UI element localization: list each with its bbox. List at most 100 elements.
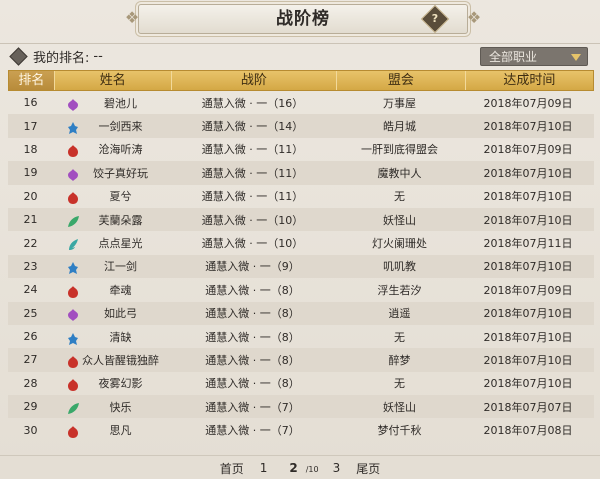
purple-lotus-icon [66,308,80,322]
tier-cell: 通慧入微 · 一（11） [201,166,304,180]
header-guild: 盟会 [337,71,466,90]
name-cell: 如此弓 [53,305,170,322]
rank-cell: 30 [23,423,38,437]
guild-cell: 万事屋 [383,96,416,110]
red-flame-icon [66,355,80,368]
table-row[interactable]: 16 碧池儿 通慧入微 · 一（16） 万事屋 2018年07月09日 [8,91,594,114]
guild-cell: 无 [394,377,405,391]
current-page: 2/10 [281,461,318,475]
table-row[interactable]: 22 点点星光 通慧入微 · 一（10） 灯火阑珊处 2018年07月11日 [8,231,594,254]
tier-cell: 通慧入微 · 一（14） [201,120,304,134]
table-row[interactable]: 29 快乐 通慧入微 · 一（7） 妖怪山 2018年07月07日 [8,395,594,419]
rank-cell: 28 [23,376,38,390]
table-row[interactable]: 25 如此弓 通慧入微 · 一（8） 逍遥 2018年07月10日 [8,301,594,325]
table-row[interactable]: 19 饺子真好玩 通慧入微 · 一（11） 魔教中人 2018年07月10日 [8,161,594,185]
date-cell: 2018年07月09日 [483,143,573,157]
name-cell: 江一剑 [53,258,170,275]
date-cell: 2018年07月09日 [483,283,573,297]
last-page-link[interactable]: 尾页 [356,460,380,477]
diamond-icon [9,46,28,66]
table-row[interactable]: 23 江一剑 通慧入微 · 一（9） 叽叽教 2018年07月10日 [8,254,594,279]
guild-cell: 逍遥 [388,307,411,321]
table-row[interactable]: 21 芙蘭朵露 通慧入微 · 一（10） 妖怪山 2018年07月10日 [8,207,594,232]
blue-lamp-icon [66,121,80,135]
guild-cell: 灯火阑珊处 [372,237,427,251]
guild-cell: 梦付千秋 [377,424,422,438]
date-cell: 2018年07月10日 [483,307,573,321]
guild-cell: 浮生若汐 [377,283,422,297]
dropdown-arrow-icon [571,54,581,61]
rank-cell: 17 [23,119,38,133]
blue-lamp-icon [66,261,80,275]
rank-cell: 19 [23,166,38,180]
tier-cell: 通慧入微 · 一（7） [205,400,300,414]
rank-cell: 29 [23,400,38,414]
question-mark-icon: ? [431,12,439,25]
table-row[interactable]: 24 牵魂 通慧入微 · 一（8） 浮生若汐 2018年07月09日 [8,278,594,301]
name-cell: 快乐 [53,399,170,415]
guild-cell: 魔教中人 [377,166,422,180]
date-cell: 2018年07月08日 [483,424,573,438]
my-rank-label: 我的排名: [33,50,90,66]
banner-ornament-right-icon: ❖ [466,8,482,27]
guild-cell: 叽叽教 [383,260,416,274]
teal-feather-icon [66,238,80,251]
rank-cell: 18 [23,142,38,156]
header-divider [0,43,600,44]
header-name: 姓名 [55,71,172,90]
rank-cell: 23 [23,259,38,273]
guild-cell: 醉梦 [388,353,411,367]
header-time: 达成时间 [503,73,556,88]
date-cell: 2018年07月10日 [483,353,573,367]
tier-cell: 通慧入微 · 一（11） [201,190,304,204]
rank-cell: 25 [23,306,38,320]
rank-cell: 16 [23,96,38,110]
red-flame-icon [66,378,80,392]
name-cell: 沧海听涛 [53,141,170,158]
table-row[interactable]: 18 沧海听涛 通慧入微 · 一（11） 一肝到底得盟会 2018年07月09日 [8,138,594,161]
header-tier: 战阶 [172,71,337,90]
rank-cell: 20 [23,189,38,203]
total-pages: /10 [305,465,319,474]
page-link-3[interactable]: 3 [333,461,341,475]
name-cell: 芙蘭朵露 [53,212,170,228]
first-page-link[interactable]: 首页 [220,460,244,477]
rank-cell: 22 [23,236,38,250]
job-filter-value: 全部职业 [489,50,538,64]
purple-lotus-icon [66,168,80,181]
title-banner: ❖ 战阶榜 ? ❖ [125,4,481,34]
red-flame-icon [66,191,80,205]
date-cell: 2018年07月10日 [483,260,573,274]
page-link-1[interactable]: 1 [260,461,268,475]
tier-cell: 通慧入微 · 一（9） [205,260,300,274]
tier-cell: 通慧入微 · 一（10） [201,237,304,251]
name-cell: 饺子真好玩 [53,165,170,181]
table-row[interactable]: 20 夏兮 通慧入微 · 一（11） 无 2018年07月10日 [8,185,594,208]
table-row[interactable]: 26 清缺 通慧入微 · 一（8） 无 2018年07月10日 [8,325,594,348]
rank-cell: 21 [23,213,38,227]
table-body: 16 碧池儿 通慧入微 · 一（16） 万事屋 2018年07月09日 17 一剑西来 通慧入… [8,91,594,442]
ranking-table: 排名 姓名 战阶 盟会 达成时间 16 碧池儿 通慧入微 · 一（16） 万事屋 201… [8,70,594,442]
footer-divider [0,455,600,456]
red-flame-icon [66,144,80,158]
tier-cell: 通慧入微 · 一（10） [201,213,304,227]
name-cell: 夜雾幻影 [53,375,170,392]
tier-cell: 通慧入微 · 一（8） [205,307,300,321]
table-row[interactable]: 28 夜雾幻影 通慧入微 · 一（8） 无 2018年07月10日 [8,372,594,395]
name-cell: 夏兮 [53,188,170,205]
table-row[interactable]: 30 思凡 通慧入微 · 一（7） 梦付千秋 2018年07月08日 [8,418,594,441]
purple-lotus-icon [66,98,80,111]
leaderboard-window: ❖ 战阶榜 ? ❖ 我的排名: -- 全部职业 排名 姓名 战阶 盟会 达成时间… [0,0,600,479]
header-rank: 排名 [9,71,55,90]
rank-cell: 27 [23,353,38,367]
date-cell: 2018年07月10日 [483,190,573,204]
job-filter-dropdown[interactable]: 全部职业 [480,47,588,66]
tier-cell: 通慧入微 · 一（8） [205,330,300,344]
rank-cell: 26 [23,330,38,344]
date-cell: 2018年07月10日 [483,120,573,134]
my-rank-value: -- [93,48,103,64]
table-row[interactable]: 17 一剑西来 通慧入微 · 一（14） 皓月城 2018年07月10日 [8,114,594,138]
date-cell: 2018年07月10日 [483,166,573,180]
table-row[interactable]: 27 众人皆醒锇独醉 通慧入微 · 一（8） 醉梦 2018年07月10日 [8,348,594,372]
blue-lamp-icon [66,332,80,345]
